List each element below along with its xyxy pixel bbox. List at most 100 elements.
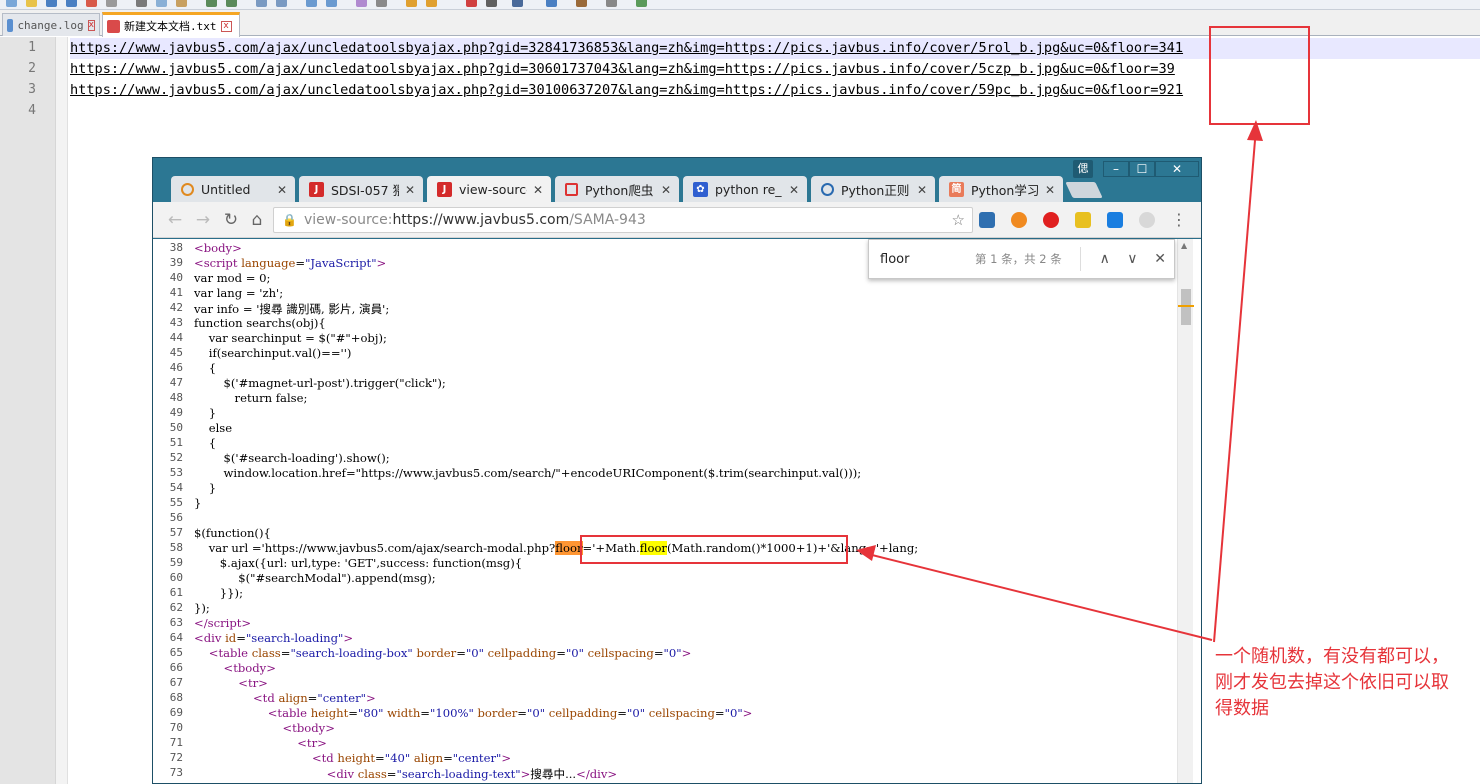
run-icon[interactable] [636,0,647,7]
source-line: <tbody> [223,661,276,675]
close-icon[interactable]: ✕ [789,183,799,197]
replace-icon[interactable] [276,0,287,7]
maximize-button[interactable]: ☐ [1129,161,1155,177]
paste-icon[interactable] [176,0,187,7]
find-close-button[interactable]: ✕ [1146,251,1174,267]
scrollbar-thumb[interactable] [1181,289,1191,325]
macro-play-icon[interactable] [512,0,523,7]
source-line-number: 41 [169,286,183,299]
find-input[interactable]: floor [880,252,975,267]
sync-scroll-icon[interactable] [356,0,367,7]
close-icon[interactable]: ✕ [1045,183,1055,197]
zoom-in-icon[interactable] [306,0,317,7]
close-icon[interactable]: x [87,19,95,31]
url-text[interactable]: https://www.javbus5.com/ajax/uncledatool… [70,61,1175,77]
copy-icon[interactable] [156,0,167,7]
browser-tab[interactable]: J SDSI-057 猥 ✕ [299,176,423,203]
annotation-note: 一个随机数，有没有都可以，刚才发包去掉这个依旧可以取得数据 [1215,646,1449,719]
extension-icon[interactable] [1011,212,1027,228]
tab-new-text-document[interactable]: 新建文本文档.txt x [102,12,240,37]
undo-icon[interactable] [206,0,217,7]
minimize-button[interactable]: – [1103,161,1129,177]
browser-tab[interactable]: 简 Python学习 ✕ [939,176,1063,203]
browser-tab[interactable]: Python爬虫 ✕ [555,176,679,203]
scroll-up-icon[interactable]: ▲ [1181,241,1187,250]
source-line: function searchs(obj){ [194,316,326,330]
print-icon[interactable] [106,0,117,7]
source-line-number: 60 [169,571,183,584]
url-text[interactable]: https://www.javbus5.com/ajax/uncledatool… [70,40,1183,56]
source-line: var info = '搜尋 識別碼, 影片, 演員'; [194,302,390,316]
file-saved-icon [7,18,14,32]
chrome-icon [181,183,194,196]
extension-icon[interactable] [1139,212,1155,228]
user-badge[interactable]: 偲 [1073,160,1093,178]
plugin-icon[interactable] [576,0,587,7]
browser-tab[interactable]: Python正则 ✕ [811,176,935,203]
back-arrow-icon[interactable]: ← [165,210,185,230]
find-previous-button[interactable]: ∧ [1091,251,1119,267]
source-line: <td align="center"> [252,691,376,705]
settings-icon[interactable] [606,0,617,7]
macro-stop-icon[interactable] [486,0,497,7]
source-line-number: 68 [169,691,183,704]
line-number: 4 [28,103,36,118]
address-bar[interactable]: 🔒 view-source: https://www.javbus5.com /… [273,207,973,233]
extension-icon[interactable] [1075,212,1091,228]
csdn-icon [565,183,578,196]
tab-label: 新建文本文档.txt [124,20,217,33]
word-wrap-icon[interactable] [376,0,387,7]
cut-icon[interactable] [136,0,147,7]
forward-arrow-icon[interactable]: → [193,210,213,230]
macro-save-icon[interactable] [546,0,557,7]
close-icon[interactable]: ✕ [661,183,671,197]
browser-tab-active[interactable]: J view-source ✕ [427,176,551,203]
extension-icon[interactable] [1107,212,1123,228]
macro-record-icon[interactable] [466,0,477,7]
source-line-number: 55 [169,496,183,509]
show-symbols-icon[interactable] [406,0,417,7]
close-icon[interactable]: ✕ [917,183,927,197]
close-file-icon[interactable] [86,0,97,7]
zoom-out-icon[interactable] [326,0,337,7]
find-next-button[interactable]: ∨ [1119,251,1147,267]
reload-icon[interactable]: ↻ [221,210,241,230]
source-line-number: 70 [169,721,183,734]
notepad-toolbar [0,0,1480,10]
close-icon[interactable]: ✕ [277,183,287,197]
source-line: <td height="40" align="center"> [311,751,512,765]
source-line: <div id="search-loading"> [194,631,354,645]
save-all-icon[interactable] [66,0,77,7]
close-icon[interactable]: x [220,20,232,32]
source-line-number: 43 [169,316,183,329]
close-icon[interactable]: ✕ [405,183,415,197]
new-file-icon[interactable] [6,0,17,7]
redo-icon[interactable] [226,0,237,7]
source-line-number: 65 [169,646,183,659]
find-icon[interactable] [256,0,267,7]
source-line-number: 64 [169,631,183,644]
tab-label: change.log [17,18,84,32]
extension-icon[interactable] [979,212,995,228]
tab-change-log[interactable]: change.log x [2,13,100,36]
save-icon[interactable] [46,0,57,7]
tab-title: Python爬虫 [585,183,654,198]
url-text[interactable]: https://www.javbus5.com/ajax/uncledatool… [70,82,1183,98]
menu-icon[interactable]: ⋮ [1169,210,1189,230]
source-line-number: 45 [169,346,183,359]
extension-icon[interactable] [1043,212,1059,228]
close-icon[interactable]: ✕ [533,183,543,197]
source-line-number: 58 [169,541,183,554]
source-line-number: 39 [169,256,183,269]
home-icon[interactable]: ⌂ [247,210,267,230]
vertical-scrollbar[interactable]: ▲ [1177,239,1194,783]
bookmark-star-icon[interactable]: ☆ [952,211,965,229]
tab-title: view-source [459,182,527,197]
indent-guide-icon[interactable] [426,0,437,7]
open-file-icon[interactable] [26,0,37,7]
new-tab-button[interactable] [1065,182,1103,198]
browser-tab[interactable]: ✿ python re_ ✕ [683,176,807,203]
browser-tab[interactable]: Untitled ✕ [171,176,295,203]
source-line-number: 69 [169,706,183,719]
close-window-button[interactable]: ✕ [1155,161,1199,177]
